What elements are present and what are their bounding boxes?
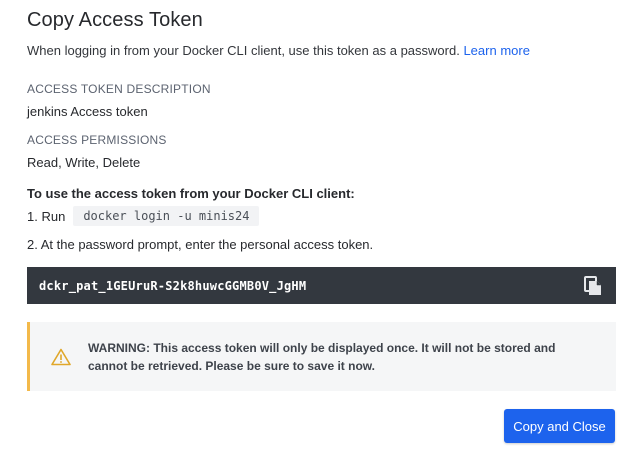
description-value: jenkins Access token xyxy=(27,104,148,119)
instructions-heading: To use the access token from your Docker… xyxy=(27,186,355,201)
learn-more-link[interactable]: Learn more xyxy=(463,43,529,58)
intro-text-container: When logging in from your Docker CLI cli… xyxy=(27,43,530,58)
token-box: dckr_pat_1GEUruR-S2k8huwcGGMB0V_JgHM xyxy=(27,267,616,304)
access-token-value[interactable]: dckr_pat_1GEUruR-S2k8huwcGGMB0V_JgHM xyxy=(39,279,306,293)
permissions-label: ACCESS PERMISSIONS xyxy=(27,133,167,147)
warning-box: WARNING: This access token will only be … xyxy=(27,322,616,391)
intro-text: When logging in from your Docker CLI cli… xyxy=(27,43,460,58)
copy-access-token-dialog: Copy Access Token When logging in from y… xyxy=(0,0,624,453)
step-1: 1. Run docker login -u minis24 xyxy=(27,206,260,226)
copy-icon[interactable] xyxy=(584,275,602,296)
step-2: 2. At the password prompt, enter the per… xyxy=(27,237,374,252)
permissions-value: Read, Write, Delete xyxy=(27,155,141,170)
copy-and-close-button[interactable]: Copy and Close xyxy=(504,409,615,443)
login-command: docker login -u minis24 xyxy=(73,206,260,226)
warning-text: WARNING: This access token will only be … xyxy=(88,340,556,373)
description-label: ACCESS TOKEN DESCRIPTION xyxy=(27,82,211,96)
warning-icon xyxy=(51,348,71,366)
dialog-title: Copy Access Token xyxy=(27,9,203,31)
step-1-prefix: 1. Run xyxy=(27,208,66,224)
